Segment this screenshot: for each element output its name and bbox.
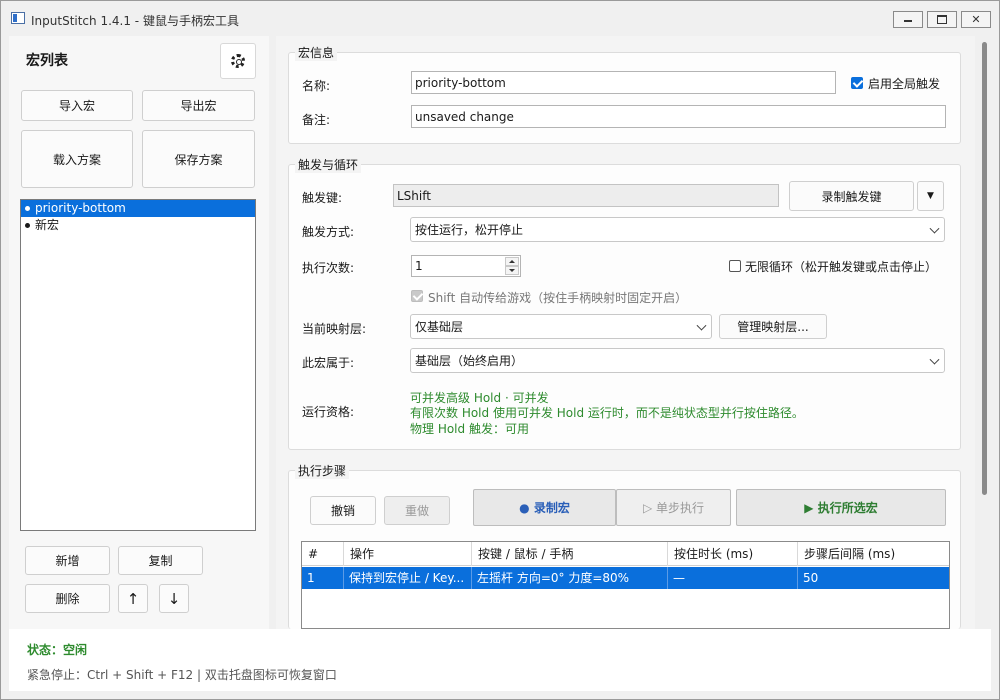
steps-table[interactable]: # 操作 按键 / 鼠标 / 手柄 按住时长 (ms) 步骤后间隔 (ms) 1… [301,541,950,629]
record-trigger-button[interactable]: 录制触发键 [789,181,914,211]
status-text: 状态：空闲 [27,643,88,657]
trigger-mode-select[interactable]: 按住运行，松开停止 [410,217,945,242]
table-row[interactable]: 1 保持到宏停止 / Key... 左摇杆 方向=0° 力度=80% — 50 [302,567,949,589]
note-label: 备注: [302,113,331,127]
caret-down-icon: ▼ [927,191,934,201]
add-macro-button[interactable]: 新增 [25,546,110,575]
gear-icon [231,54,245,68]
close-button[interactable]: ✕ [961,11,991,28]
macro-name-input[interactable]: priority-bottom [411,71,836,94]
trigger-dropdown-button[interactable]: ▼ [917,181,944,211]
window-title: InputStitch 1.4.1 - 键鼠与手柄宏工具 [31,14,239,28]
belongs-to-label: 此宏属于: [302,356,355,370]
macro-info-group-title: 宏信息 [295,44,338,61]
maximize-icon [928,12,956,27]
macro-list-item[interactable]: 新宏 [21,217,255,234]
move-down-button[interactable]: ↓ [159,584,189,613]
settings-button[interactable] [220,43,256,79]
table-cell: 保持到宏停止 / Key... [344,567,472,589]
table-header: # 操作 按键 / 鼠标 / 手柄 按住时长 (ms) 步骤后间隔 (ms) [302,542,949,566]
infinite-loop-checkbox[interactable] [729,260,741,272]
redo-button[interactable]: 重做 [384,496,450,525]
trigger-mode-label: 触发方式: [302,225,355,239]
record-macro-button[interactable]: ● 录制宏 [473,489,616,526]
run-selected-button[interactable]: ▶ 执行所选宏 [736,489,946,526]
manage-layers-button[interactable]: 管理映射层... [719,314,827,339]
trigger-key-label: 触发键: [302,191,343,205]
macro-list[interactable]: priority-bottom 新宏 [20,199,256,531]
passthrough-label: Shift 自动传给游戏（按住手柄映射时固定开启） [428,291,688,305]
table-cell: 左摇杆 方向=0° 力度=80% [472,567,668,589]
global-trigger-label: 启用全局触发 [868,77,941,91]
maximize-button[interactable] [927,11,957,28]
app-icon [11,12,25,24]
undo-button[interactable]: 撤销 [310,496,376,525]
import-macro-button[interactable]: 导入宏 [21,90,133,121]
spin-up-icon[interactable] [505,257,519,266]
trigger-key-field[interactable]: LShift [393,184,779,207]
column-header[interactable]: 按键 / 鼠标 / 手柄 [472,542,668,566]
spin-down-icon[interactable] [505,266,519,275]
eligibility-label: 运行资格: [302,405,355,419]
column-header[interactable]: # [302,542,344,566]
infinite-loop-label: 无限循环（松开触发键或点击停止） [745,260,938,274]
global-trigger-checkbox[interactable] [851,77,863,89]
chevron-down-icon [696,320,707,331]
emergency-stop-hint: 紧急停止：Ctrl + Shift + F12 | 双击托盘图标可恢复窗口 [27,668,337,682]
macro-list-item[interactable]: priority-bottom [21,200,255,217]
macro-info-group: 宏信息 [288,44,961,144]
scrollbar-thumb[interactable] [982,42,987,495]
belongs-to-select[interactable]: 基础层（始终启用） [410,348,945,373]
step-run-button[interactable]: ▷ 单步执行 [616,489,731,526]
delete-macro-button[interactable]: 删除 [25,584,110,613]
current-layer-label: 当前映射层: [302,322,367,336]
current-layer-select[interactable]: 仅基础层 [410,314,712,339]
save-scheme-button[interactable]: 保存方案 [142,130,255,188]
column-header[interactable]: 按住时长 (ms) [668,542,798,566]
load-scheme-button[interactable]: 载入方案 [21,130,133,188]
title-bar: InputStitch 1.4.1 - 键鼠与手柄宏工具 ✕ [0,0,1000,36]
table-cell: — [668,567,798,589]
move-up-button[interactable]: ↑ [118,584,148,613]
export-macro-button[interactable]: 导出宏 [142,90,255,121]
repeat-count-label: 执行次数: [302,261,355,275]
minimize-icon [894,12,922,27]
steps-group-title: 执行步骤 [295,462,350,479]
name-label: 名称: [302,79,331,93]
status-bar: 状态：空闲 紧急停止：Ctrl + Shift + F12 | 双击托盘图标可恢… [9,629,991,691]
macro-sidebar: 宏列表 导入宏 导出宏 载入方案 保存方案 priority-bottom 新宏… [9,36,269,629]
table-cell: 50 [803,571,819,585]
close-icon: ✕ [971,13,981,26]
column-header[interactable]: 步骤后间隔 (ms) [798,542,949,566]
trigger-group-title: 触发与循环 [295,156,362,173]
minimize-button[interactable] [893,11,923,28]
bullet-icon [25,223,30,228]
eligibility-line: 有限次数 Hold 使用可并发 Hold 运行时，而不是纯状态型并行按住路径。 [410,406,804,420]
chevron-down-icon [929,354,940,365]
passthrough-checkbox[interactable] [411,290,423,302]
macro-list-title: 宏列表 [26,53,68,69]
eligibility-line: 物理 Hold 触发：可用 [410,422,529,436]
column-header[interactable]: 操作 [344,542,472,566]
macro-note-input[interactable]: unsaved change [411,105,946,128]
repeat-count-spinbox[interactable]: 1 [411,255,521,277]
copy-macro-button[interactable]: 复制 [118,546,203,575]
table-cell: 1 [302,567,344,589]
bullet-icon [25,206,30,211]
chevron-down-icon [929,223,940,234]
